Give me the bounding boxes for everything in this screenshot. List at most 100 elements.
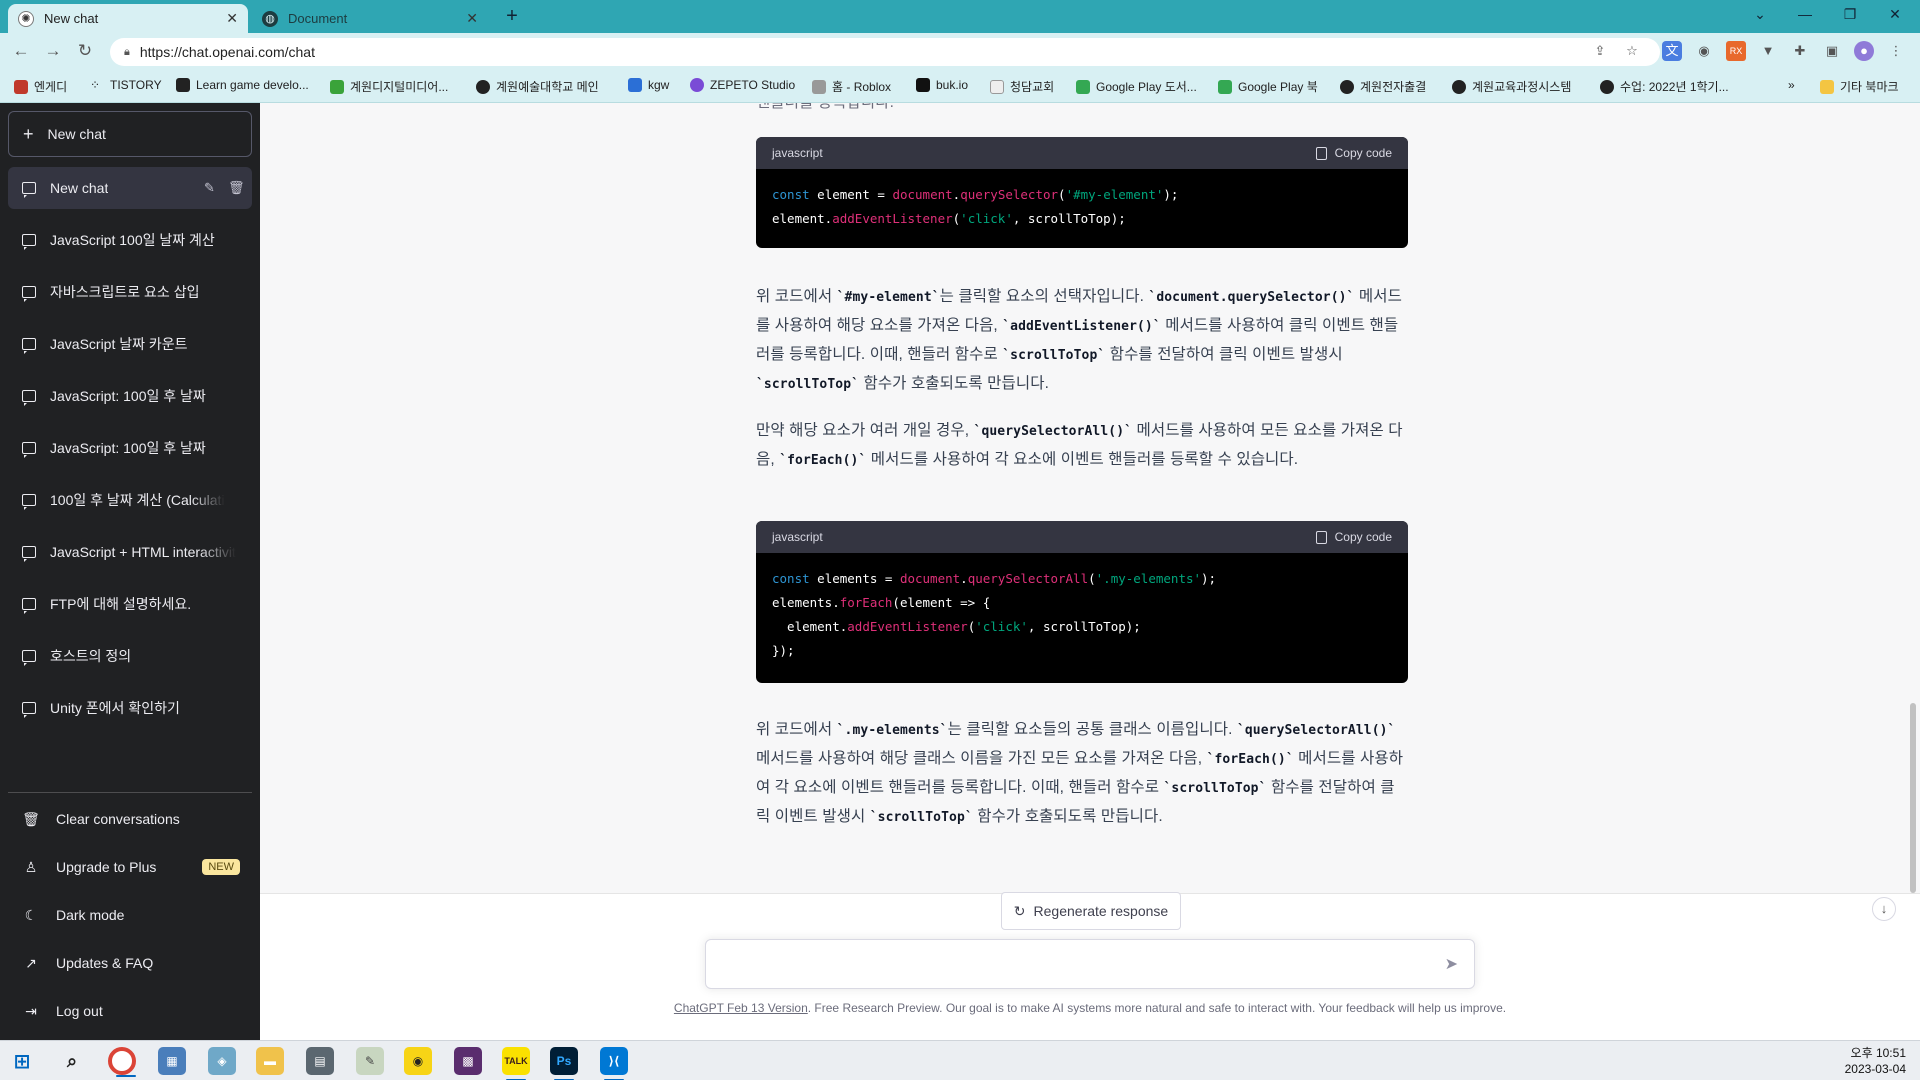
dark-mode-button[interactable]: ☾ Dark mode (8, 893, 252, 937)
app-taskbar-icon[interactable]: ▦ (158, 1047, 186, 1075)
reload-button[interactable]: ↻ (74, 41, 96, 61)
app-taskbar-icon[interactable]: ✎ (356, 1047, 384, 1075)
extensions-puzzle-icon[interactable]: ✚ (1790, 41, 1810, 61)
file-explorer-icon[interactable]: ▬ (256, 1047, 284, 1075)
bookmark-item[interactable]: 엔게디 (14, 78, 67, 95)
menu-kebab-icon[interactable]: ⋮ (1886, 41, 1906, 61)
message-paragraph: 만약 해당 요소가 여러 개일 경우, `querySelectorAll()`… (756, 422, 1403, 468)
chat-history-item[interactable]: FTP에 대해 설명하세요. (8, 583, 252, 625)
bookmark-item[interactable]: ⁘ TISTORY (90, 78, 162, 92)
message-paragraph: 위 코드에서 `#my-element`는 클릭할 요소의 선택자입니다. `d… (756, 288, 1402, 392)
bookmark-item[interactable]: 계원교육과정시스템 (1452, 78, 1571, 95)
tab-search-icon[interactable]: ⌄ (1745, 6, 1775, 23)
chat-bubble-icon (22, 546, 36, 562)
bookmark-item[interactable]: Google Play 북 (1218, 78, 1318, 95)
calculator-icon[interactable]: ▤ (306, 1047, 334, 1075)
bookmark-item[interactable]: 계원예술대학교 메인 (476, 78, 599, 95)
bookmark-item[interactable]: 계원디지털미디어... (330, 78, 448, 95)
windows-start-icon[interactable]: ⊞ (8, 1047, 36, 1075)
upgrade-to-plus-button[interactable]: ♙ Upgrade to Plus NEW (8, 845, 252, 889)
tab-title: Document (288, 11, 348, 26)
bookmark-item[interactable]: kgw (628, 78, 669, 92)
chat-history-item[interactable]: JavaScript: 100일 후 날짜 (8, 375, 252, 417)
google-play-icon (1076, 79, 1090, 94)
filter-extension-icon[interactable]: ▼ (1758, 41, 1778, 61)
version-link[interactable]: ChatGPT Feb 13 Version (674, 1001, 808, 1015)
app-taskbar-icon[interactable]: ▩ (454, 1047, 482, 1075)
record-extension-icon[interactable]: RX (1726, 41, 1746, 61)
bookmark-item[interactable]: Google Play 도서... (1076, 78, 1197, 95)
other-bookmarks-folder[interactable]: 기타 북마크 (1820, 78, 1899, 95)
close-window-button[interactable]: ✕ (1880, 6, 1910, 23)
copy-code-button[interactable]: Copy code (1315, 530, 1392, 544)
send-icon[interactable]: ➤ (1445, 954, 1458, 974)
vscode-icon[interactable]: ⟩⟨ (600, 1047, 628, 1080)
chat-history-item[interactable]: Unity 폰에서 확인하기 (8, 687, 252, 729)
chat-history-item[interactable]: JavaScript 100일 날짜 계산 (8, 219, 252, 261)
trash-icon[interactable]: 🗑︎ (228, 180, 245, 196)
chat-history-item[interactable]: 100일 후 날짜 계산 (Calculati (8, 479, 252, 521)
new-chat-button[interactable]: + New chat (8, 111, 252, 157)
close-tab-icon[interactable]: ✕ (226, 10, 238, 27)
message-input[interactable]: ➤ (705, 939, 1475, 989)
tab-new-chat[interactable]: ✺ New chat ✕ (8, 4, 248, 33)
code-language: javascript (772, 530, 823, 544)
folder-icon (1820, 79, 1834, 94)
sidebar-divider (8, 792, 252, 793)
share-icon[interactable]: ⇪ (1590, 41, 1610, 61)
bookmark-item[interactable]: ZEPETO Studio (690, 78, 795, 92)
bookmark-star-icon[interactable]: ☆ (1622, 41, 1642, 61)
bookmark-item[interactable]: 계원전자출결 (1340, 78, 1426, 95)
copy-code-button[interactable]: Copy code (1315, 146, 1392, 160)
updates-faq-link[interactable]: ↗ Updates & FAQ (8, 941, 252, 985)
globe-icon: ◍ (262, 10, 278, 27)
translate-extension-icon[interactable]: 文 (1662, 41, 1682, 61)
chat-history-item[interactable]: New chat ✎ 🗑︎ (8, 167, 252, 209)
clear-conversations-button[interactable]: 🗑︎ Clear conversations (8, 797, 252, 841)
bookmark-icon (628, 78, 642, 92)
app-taskbar-icon[interactable]: ◈ (208, 1047, 236, 1075)
tab-document[interactable]: ◍ Document ✕ (252, 4, 488, 33)
chat-history-item[interactable]: JavaScript 날짜 카운트 (8, 323, 252, 365)
edit-pencil-icon[interactable]: ✎ (204, 180, 215, 196)
chat-history-item[interactable]: JavaScript + HTML interactivit (8, 531, 252, 573)
app-taskbar-icon[interactable]: ◉ (404, 1047, 432, 1075)
logout-icon: ⇥ (25, 1002, 37, 1019)
message-paragraph: 위 코드에서 `.my-elements`는 클릭할 요소들의 공통 클래스 이… (756, 721, 1404, 825)
chat-main: 핸들러를 등록합니다. javascript Copy code const e… (260, 103, 1920, 1040)
code-block: javascript Copy code const element = doc… (756, 137, 1408, 248)
restore-button[interactable]: ❐ (1835, 6, 1865, 23)
clipboard-icon (1315, 146, 1327, 160)
close-tab-icon[interactable]: ✕ (466, 10, 478, 27)
bookmarks-bar: 엔게디 ⁘ TISTORY Learn game develo... 계원디지털미… (0, 70, 1920, 103)
back-button[interactable]: ← (10, 41, 32, 61)
bookmark-item[interactable]: Learn game develo... (176, 78, 309, 92)
chat-history-item[interactable]: 호스트의 정의 (8, 635, 252, 677)
search-icon[interactable]: ⌕ (58, 1047, 86, 1075)
bookmark-icon (330, 79, 344, 94)
scroll-to-bottom-button[interactable]: ↓ (1872, 897, 1896, 921)
scrollbar-thumb[interactable] (1910, 703, 1916, 893)
bookmark-item[interactable]: 청담교회 (990, 78, 1054, 95)
minimize-button[interactable]: — (1790, 6, 1820, 22)
camera-extension-icon[interactable]: ◉ (1694, 41, 1714, 61)
system-clock[interactable]: 오후 10:51 2023-03-04 (1845, 1045, 1906, 1077)
chat-history-item[interactable]: 자바스크립트로 요소 삽입 (8, 271, 252, 313)
forward-button[interactable]: → (42, 41, 64, 61)
chat-history-item[interactable]: JavaScript: 100일 후 날짜 (8, 427, 252, 469)
bookmark-item[interactable]: 수업: 2022년 1학기... (1600, 78, 1729, 95)
moon-icon: ☾ (24, 906, 38, 923)
globe-icon (1340, 79, 1354, 94)
chrome-taskbar-icon[interactable] (108, 1047, 136, 1077)
bookmark-item[interactable]: 홈 - Roblox (812, 78, 891, 95)
regenerate-response-button[interactable]: ↻ Regenerate response (1001, 892, 1181, 930)
new-tab-button[interactable]: + (500, 5, 524, 28)
profile-avatar-icon[interactable]: ● (1854, 41, 1874, 61)
side-panel-icon[interactable]: ▣ (1822, 41, 1842, 61)
bookmark-item[interactable]: buk.io (916, 78, 968, 92)
more-bookmarks-chevron-icon[interactable]: » (1788, 78, 1795, 92)
photoshop-icon[interactable]: Ps (550, 1047, 578, 1080)
address-bar[interactable]: 🔒︎ https://chat.openai.com/chat (110, 38, 1660, 66)
log-out-button[interactable]: ⇥ Log out (8, 989, 252, 1033)
kakaotalk-icon[interactable]: TALK (502, 1047, 530, 1080)
